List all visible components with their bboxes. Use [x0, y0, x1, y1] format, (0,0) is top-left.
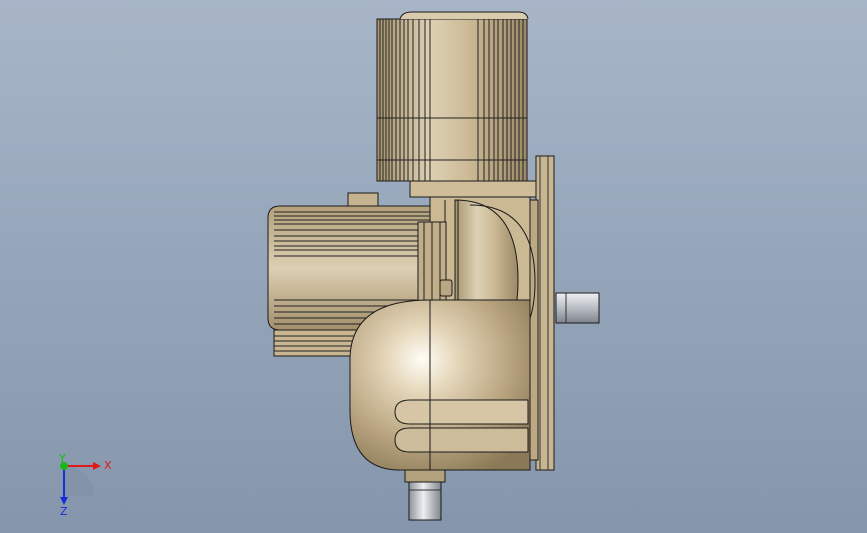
terminal-box[interactable] — [347, 192, 379, 208]
gearmotor-model[interactable]: X Y Z — [0, 0, 867, 533]
bolt-upper[interactable] — [439, 279, 453, 297]
axis-triad: X Y Z — [58, 452, 112, 518]
top-flange[interactable] — [409, 180, 551, 198]
z-axis-arrow-icon — [60, 497, 68, 505]
triad-plane-shading — [64, 466, 94, 496]
lower-housing[interactable] — [349, 299, 531, 471]
graphics-viewport[interactable]: X Y Z — [0, 0, 867, 533]
x-axis-label: X — [104, 459, 112, 472]
top-motor[interactable] — [376, 11, 529, 182]
output-shaft-right[interactable] — [555, 292, 600, 324]
z-axis-label: Z — [60, 505, 68, 518]
output-shaft-bottom[interactable] — [404, 469, 446, 521]
x-axis-arrow-icon — [93, 462, 101, 470]
y-axis-label: Y — [58, 452, 66, 465]
